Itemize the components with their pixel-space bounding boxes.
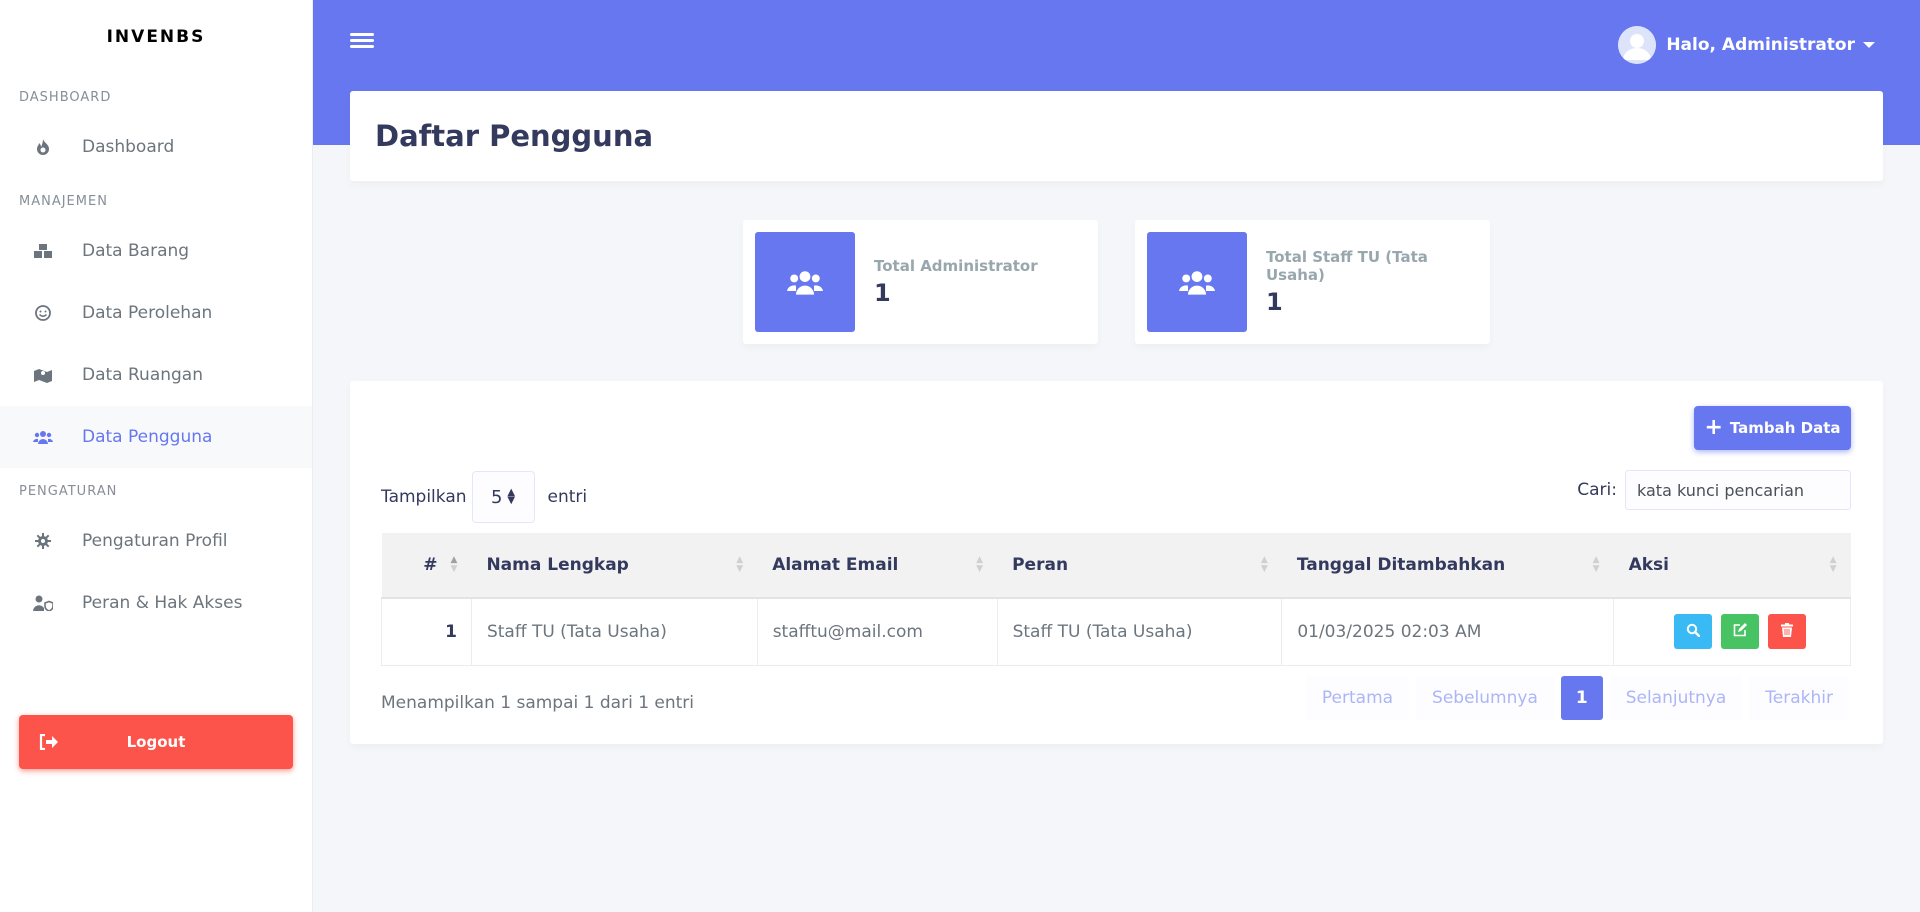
users-card: + Tambah Data Tampilkan 5 ▲ ▼ entri Cari:… — [350, 381, 1883, 744]
page-title: Daftar Pengguna — [375, 119, 654, 153]
sidebar-toggle-menu-icon[interactable] — [350, 30, 374, 54]
length-suffix: entri — [547, 487, 588, 507]
trash-icon — [1780, 622, 1793, 642]
sort-icon: ▲ ▼ — [1829, 555, 1837, 574]
sort-icon: ▲ ▼ — [1592, 555, 1600, 574]
search-label: Cari: — [1577, 480, 1617, 500]
sidebar-item-label: Data Pengguna — [82, 427, 213, 447]
page-next[interactable]: Selanjutnya — [1609, 676, 1743, 720]
length-prefix: Tampilkan — [381, 487, 467, 507]
page-first[interactable]: Pertama — [1305, 676, 1410, 720]
delete-button[interactable] — [1767, 614, 1806, 650]
sidebar: INVENBS DASHBOARD Dashboard MANAJEMEN Da… — [0, 0, 313, 912]
table-row: 1 Staff TU (Tata Usaha) stafftu@mail.com… — [381, 598, 1851, 666]
sign-out-icon — [39, 734, 63, 750]
sidebar-item-label: Peran & Hak Akses — [82, 593, 243, 613]
add-data-button[interactable]: + Tambah Data — [1694, 406, 1851, 450]
plus-icon: + — [1704, 415, 1723, 440]
entries-select-value: 5 — [490, 486, 503, 508]
sidebar-item-label: Data Ruangan — [82, 365, 203, 385]
column-header-tanggal-ditambahkan[interactable]: Tanggal Ditambahkan ▲ ▼ — [1281, 533, 1614, 599]
sidebar-item-label: Data Perolehan — [82, 303, 213, 323]
search-control: Cari: — [1577, 470, 1851, 510]
sidebar-item-label: Pengaturan Profil — [82, 531, 228, 551]
users-icon — [32, 430, 54, 444]
page-previous[interactable]: Sebelumnya — [1416, 676, 1554, 720]
cell-number: 1 — [381, 598, 472, 666]
edit-icon — [1733, 622, 1747, 642]
menu-header-dashboard: DASHBOARD — [19, 89, 112, 105]
avatar — [1618, 26, 1657, 64]
cell-role: Staff TU (Tata Usaha) — [996, 598, 1283, 666]
edit-button[interactable] — [1720, 614, 1759, 650]
sort-icon: ▲ ▼ — [976, 555, 984, 574]
column-header-aksi[interactable]: Aksi ▲ ▼ — [1613, 533, 1851, 599]
menu-header-manajemen: MANAJEMEN — [19, 193, 108, 209]
table-info: Menampilkan 1 sampai 1 dari 1 entri — [381, 693, 695, 713]
table-header-row: # ▲ ▼ Nama Lengkap ▲ ▼ Alamat Email ▲ ▼ Peran ▲… — [381, 533, 1851, 599]
column-header-peran[interactable]: Peran ▲ ▼ — [997, 533, 1282, 599]
user-greeting: Halo, Administrator — [1666, 35, 1855, 55]
cell-date: 01/03/2025 02:03 AM — [1281, 598, 1615, 666]
logout-button[interactable]: Logout — [19, 715, 293, 769]
users-table: # ▲ ▼ Nama Lengkap ▲ ▼ Alamat Email ▲ ▼ Peran ▲… — [381, 533, 1851, 666]
sidebar-item-data-pengguna[interactable]: Data Pengguna — [0, 406, 312, 468]
sidebar-item-label: Dashboard — [82, 137, 175, 157]
user-dropdown[interactable]: Halo, Administrator — [1618, 26, 1875, 64]
entries-length-control: Tampilkan 5 ▲ ▼ entri — [381, 471, 587, 523]
cog-icon — [32, 533, 54, 549]
cell-actions — [1613, 598, 1851, 666]
search-input[interactable] — [1625, 470, 1851, 510]
sidebar-item-pengaturan-profil[interactable]: Pengaturan Profil — [0, 510, 312, 572]
page-last[interactable]: Terakhir — [1749, 676, 1849, 720]
stat-value: 1 — [874, 279, 891, 307]
cell-email: stafftu@mail.com — [756, 598, 998, 666]
add-data-label: Tambah Data — [1729, 419, 1841, 437]
brand-logo[interactable]: INVENBS — [0, 0, 312, 74]
fire-icon — [32, 139, 54, 155]
smile-icon — [32, 305, 54, 321]
sidebar-item-peran-hak-akses[interactable]: Peran & Hak Akses — [0, 572, 312, 634]
column-header-number[interactable]: # ▲ ▼ — [381, 533, 472, 599]
boxes-icon — [32, 244, 54, 258]
sort-icon: ▲ ▼ — [450, 555, 458, 574]
search-icon — [1686, 622, 1700, 642]
cell-name: Staff TU (Tata Usaha) — [470, 598, 758, 666]
sort-arrows-icon: ▲ ▼ — [507, 487, 516, 506]
users-icon — [755, 232, 855, 332]
map-icon — [32, 367, 54, 383]
view-button[interactable] — [1673, 614, 1712, 650]
users-icon — [1147, 232, 1247, 332]
sidebar-item-label: Data Barang — [82, 241, 190, 261]
sidebar-item-dashboard[interactable]: Dashboard — [0, 116, 312, 178]
sidebar-item-data-perolehan[interactable]: Data Perolehan — [0, 282, 312, 344]
pagination: Pertama Sebelumnya 1 Selanjutnya Terakhi… — [1305, 676, 1849, 720]
sidebar-item-data-barang[interactable]: Data Barang — [0, 220, 312, 282]
column-header-alamat-email[interactable]: Alamat Email ▲ ▼ — [757, 533, 998, 599]
menu-header-pengaturan: PENGATURAN — [19, 483, 118, 499]
entries-select[interactable]: 5 ▲ ▼ — [471, 471, 535, 523]
section-header: Daftar Pengguna — [350, 91, 1883, 181]
stat-title: Total Staff TU (Tata Usaha) — [1266, 248, 1428, 284]
user-shield-icon — [32, 595, 54, 611]
column-header-nama-lengkap[interactable]: Nama Lengkap ▲ ▼ — [471, 533, 758, 599]
stat-value: 1 — [1266, 288, 1283, 316]
stat-card-administrator: Total Administrator 1 — [743, 220, 1098, 344]
logout-label: Logout — [126, 733, 186, 751]
page-current[interactable]: 1 — [1560, 676, 1603, 720]
sidebar-item-data-ruangan[interactable]: Data Ruangan — [0, 344, 312, 406]
sort-icon: ▲ ▼ — [1260, 555, 1268, 574]
stat-card-staff-tu: Total Staff TU (Tata Usaha) 1 — [1135, 220, 1490, 344]
stat-title: Total Administrator — [874, 257, 1038, 275]
chevron-down-icon — [1863, 42, 1875, 48]
sort-icon: ▲ ▼ — [736, 555, 744, 574]
